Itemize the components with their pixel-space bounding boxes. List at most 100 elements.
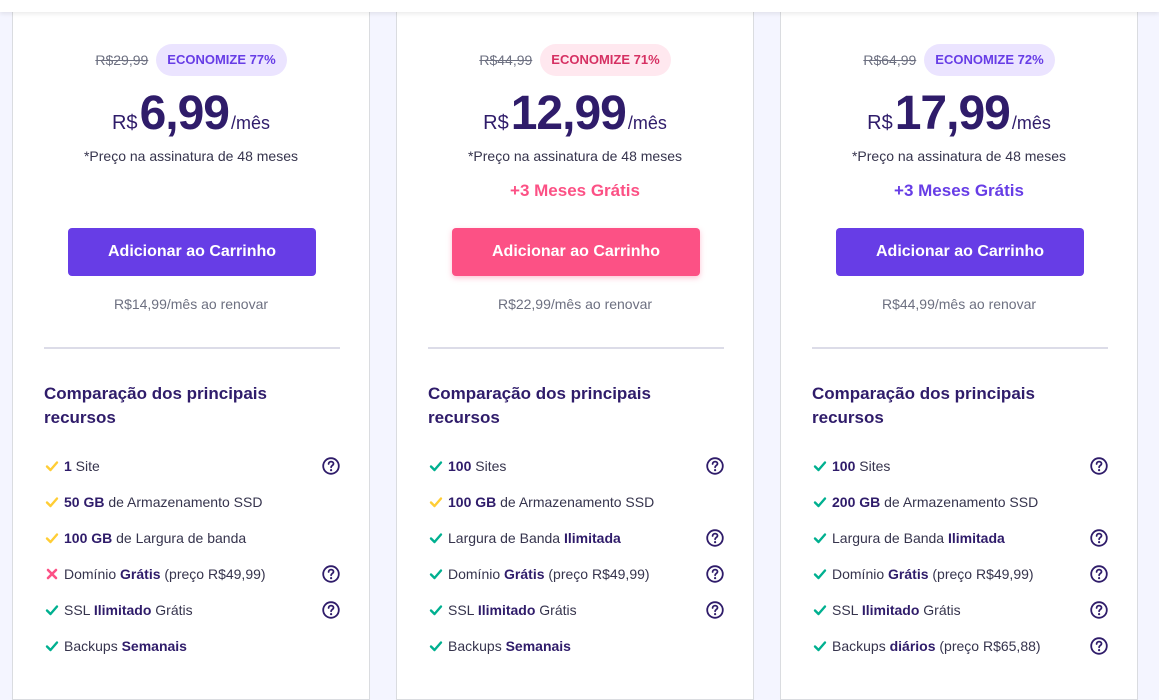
old-price: R$64,99 (863, 52, 917, 68)
feature-list: 100 Sites 200 GB de Armazenamento SSD Larg… (812, 448, 1108, 664)
bonus-months: +3 Meses Grátis (894, 181, 1024, 200)
feature-item: SSL Ilimitado Grátis (428, 592, 724, 628)
feature-item: Domínio Grátis (preço R$49,99) (812, 556, 1108, 592)
price: R$ 17,99 /mês (781, 86, 1137, 141)
price-period: /mês (230, 113, 270, 133)
question-circle-icon[interactable] (322, 601, 340, 619)
feature-item: SSL Ilimitado Grátis (812, 592, 1108, 628)
feature-item: 100 GB de Armazenamento SSD (428, 484, 724, 520)
price: R$ 12,99 /mês (397, 86, 753, 141)
feature-item: 100 Sites (812, 448, 1108, 484)
feature-text: Largura de Banda Ilimitada (832, 530, 1005, 546)
plan-card: R$44,99 ECONOMIZE 71% R$ 12,99 /mês *Pre… (396, 0, 754, 700)
question-circle-icon[interactable] (706, 565, 724, 583)
feature-list: 1 Site 50 GB de Armazenamento SSD 100 GB d… (44, 448, 340, 664)
price-amount: 12,99 (510, 87, 627, 140)
price-currency: R$ (483, 112, 509, 134)
feature-text: 1 Site (64, 458, 100, 474)
question-circle-icon[interactable] (706, 529, 724, 547)
top-header-bar (0, 0, 1159, 12)
features-title: Comparação dos principais recursos (428, 384, 651, 427)
check-icon (812, 567, 828, 581)
feature-item: 100 GB de Largura de banda (44, 520, 340, 556)
feature-text: SSL Ilimitado Grátis (832, 602, 961, 618)
question-circle-icon[interactable] (706, 457, 724, 475)
feature-item: Largura de Banda Ilimitada (428, 520, 724, 556)
question-circle-icon[interactable] (1090, 529, 1108, 547)
feature-item: 1 Site (44, 448, 340, 484)
divider (428, 347, 724, 349)
check-icon (44, 531, 60, 545)
price-currency: R$ (867, 112, 893, 134)
feature-text: Domínio Grátis (preço R$49,99) (448, 566, 650, 582)
question-circle-icon[interactable] (1090, 565, 1108, 583)
old-price: R$29,99 (95, 52, 149, 68)
check-icon (812, 531, 828, 545)
question-circle-icon[interactable] (706, 601, 724, 619)
check-icon (812, 603, 828, 617)
feature-item: 100 Sites (428, 448, 724, 484)
feature-item: SSL Ilimitado Grátis (44, 592, 340, 628)
feature-text: Largura de Banda Ilimitada (448, 530, 621, 546)
discount-badge: ECONOMIZE 72% (924, 44, 1055, 76)
price-note: *Preço na assinatura de 48 meses (467, 148, 682, 164)
plan-card: R$29,99 ECONOMIZE 77% R$ 6,99 /mês *Preç… (12, 0, 370, 700)
check-icon (44, 459, 60, 473)
feature-text: Backups diários (preço R$65,88) (832, 638, 1041, 654)
discount-badge: ECONOMIZE 71% (540, 44, 671, 76)
feature-item: Backups Semanais (44, 628, 340, 664)
add-to-cart-button[interactable]: Adicionar ao Carrinho (68, 228, 316, 276)
feature-text: SSL Ilimitado Grátis (448, 602, 577, 618)
feature-item: Largura de Banda Ilimitada (812, 520, 1108, 556)
feature-text: Domínio Grátis (preço R$49,99) (832, 566, 1034, 582)
feature-text: Domínio Grátis (preço R$49,99) (64, 566, 266, 582)
add-to-cart-button[interactable]: Adicionar ao Carrinho (452, 228, 700, 276)
check-icon (428, 531, 444, 545)
feature-item: Domínio Grátis (preço R$49,99) (428, 556, 724, 592)
price-discount-row: R$64,99 ECONOMIZE 72% (781, 44, 1137, 76)
features-title: Comparação dos principais recursos (812, 384, 1035, 427)
feature-list: 100 Sites 100 GB de Armazenamento SSD Larg… (428, 448, 724, 664)
feature-text: Backups Semanais (448, 638, 571, 654)
question-circle-icon[interactable] (1090, 637, 1108, 655)
check-icon (428, 603, 444, 617)
check-icon (812, 495, 828, 509)
price-period: /mês (627, 113, 667, 133)
feature-text: 100 Sites (832, 458, 891, 474)
question-circle-icon[interactable] (322, 457, 340, 475)
price-note: *Preço na assinatura de 48 meses (851, 148, 1066, 164)
question-circle-icon[interactable] (1090, 457, 1108, 475)
feature-item: Domínio Grátis (preço R$49,99) (44, 556, 340, 592)
check-icon (44, 495, 60, 509)
price-amount: 17,99 (894, 87, 1011, 140)
add-to-cart-button[interactable]: Adicionar ao Carrinho (836, 228, 1084, 276)
feature-text: 100 GB de Armazenamento SSD (448, 494, 655, 510)
features-title: Comparação dos principais recursos (44, 384, 267, 427)
bonus-months: +3 Meses Grátis (510, 181, 640, 200)
price-amount: 6,99 (139, 87, 230, 140)
cross-icon (44, 567, 60, 581)
feature-text: 200 GB de Armazenamento SSD (832, 494, 1039, 510)
question-circle-icon[interactable] (1090, 601, 1108, 619)
renewal-price: R$14,99/mês ao renovar (113, 296, 269, 312)
price-discount-row: R$44,99 ECONOMIZE 71% (397, 44, 753, 76)
price-discount-row: R$29,99 ECONOMIZE 77% (13, 44, 369, 76)
check-icon (812, 459, 828, 473)
renewal-price: R$22,99/mês ao renovar (497, 296, 653, 312)
discount-badge: ECONOMIZE 77% (156, 44, 287, 76)
check-icon (428, 495, 444, 509)
divider (44, 347, 340, 349)
check-icon (428, 459, 444, 473)
feature-item: 50 GB de Armazenamento SSD (44, 484, 340, 520)
feature-text: 100 Sites (448, 458, 507, 474)
feature-text: SSL Ilimitado Grátis (64, 602, 193, 618)
feature-text: 50 GB de Armazenamento SSD (64, 494, 263, 510)
check-icon (44, 639, 60, 653)
check-icon (44, 603, 60, 617)
question-circle-icon[interactable] (322, 565, 340, 583)
feature-item: Backups Semanais (428, 628, 724, 664)
old-price: R$44,99 (479, 52, 533, 68)
feature-text: Backups Semanais (64, 638, 187, 654)
price-note: *Preço na assinatura de 48 meses (83, 148, 298, 164)
plan-card: R$64,99 ECONOMIZE 72% R$ 17,99 /mês *Pre… (780, 0, 1138, 700)
